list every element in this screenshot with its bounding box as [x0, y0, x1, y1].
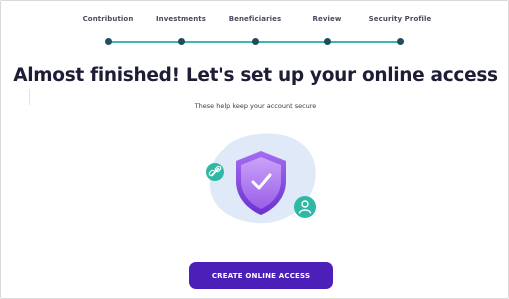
step-label-contribution: Contribution: [82, 15, 134, 23]
step-label-beneficiaries: Beneficiaries: [228, 15, 282, 23]
step-dot-beneficiaries: [251, 38, 259, 45]
security-illustration: [196, 129, 326, 229]
security-illustration-graphic: [206, 133, 316, 224]
progress-stepper: Contribution Investments Beneficiaries R…: [1, 1, 509, 51]
step-dot-security-profile: [396, 38, 404, 45]
user-icon: [294, 196, 316, 218]
page-subtitle: These help keep your account secure: [194, 102, 317, 110]
step-dot-review: [323, 38, 331, 45]
page-title: Almost finished! Let's set up your onlin…: [13, 65, 498, 86]
link-icon: [206, 163, 224, 181]
step-label-review: Review: [312, 15, 342, 23]
step-dot-contribution: [104, 38, 112, 45]
create-online-access-button[interactable]: CREATE ONLINE ACCESS: [189, 262, 333, 289]
step-dot-investments: [177, 38, 185, 45]
step-label-investments: Investments: [155, 15, 207, 23]
step-label-security-profile: Security Profile: [368, 15, 432, 23]
page-frame: Contribution Investments Beneficiaries R…: [0, 0, 509, 299]
